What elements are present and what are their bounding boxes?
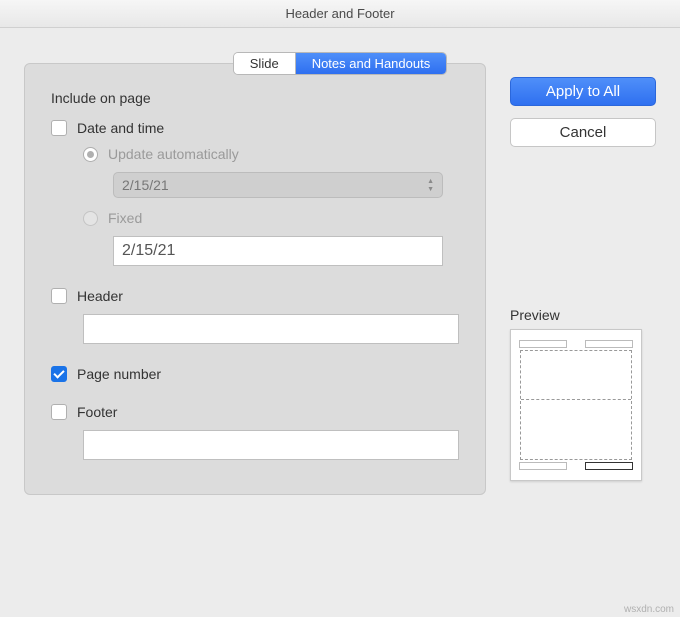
preview-body [520, 350, 632, 460]
page-number-row: Page number [51, 366, 465, 382]
date-format-row: 2/15/21 ▲▼ [113, 172, 465, 198]
preview-label: Preview [510, 307, 656, 323]
update-auto-label: Update automatically [108, 146, 239, 162]
header-label: Header [77, 288, 123, 304]
fixed-date-input[interactable] [113, 236, 443, 266]
footer-input[interactable] [83, 430, 459, 460]
footer-input-row [83, 430, 465, 460]
date-time-checkbox[interactable] [51, 120, 67, 136]
window-body: Slide Notes and Handouts Include on page… [0, 28, 680, 505]
tab-notes-handouts[interactable]: Notes and Handouts [296, 53, 447, 74]
tab-bar: Slide Notes and Handouts [24, 52, 656, 75]
date-time-label: Date and time [77, 120, 164, 136]
footer-label: Footer [77, 404, 117, 420]
update-auto-radio[interactable] [83, 147, 98, 162]
preview-page-number-slot [585, 462, 633, 470]
header-input[interactable] [83, 314, 459, 344]
footer-row: Footer [51, 404, 465, 420]
fixed-label: Fixed [108, 210, 142, 226]
tab-segmented-control: Slide Notes and Handouts [233, 52, 447, 75]
update-auto-row: Update automatically [83, 146, 465, 162]
date-format-select[interactable]: 2/15/21 ▲▼ [113, 172, 443, 198]
date-format-value: 2/15/21 [122, 177, 169, 193]
window-title: Header and Footer [0, 0, 680, 28]
apply-to-all-button[interactable]: Apply to All [510, 77, 656, 106]
header-row: Header [51, 288, 465, 304]
fixed-row: Fixed [83, 210, 465, 226]
preview-body-bottom [521, 400, 631, 459]
options-panel: Include on page Date and time Update aut… [24, 63, 486, 495]
page-number-checkbox[interactable] [51, 366, 67, 382]
fixed-radio[interactable] [83, 211, 98, 226]
preview-thumbnail [510, 329, 642, 481]
preview-header-right-slot [585, 340, 633, 348]
header-checkbox[interactable] [51, 288, 67, 304]
tab-slide[interactable]: Slide [234, 53, 296, 74]
date-time-row: Date and time [51, 120, 465, 136]
preview-footer-left-slot [519, 462, 567, 470]
preview-footer-row [519, 462, 633, 470]
preview-header-left-slot [519, 340, 567, 348]
sidebar: Apply to All Cancel Preview [510, 63, 656, 495]
watermark: wsxdn.com [624, 604, 674, 615]
preview-body-top [521, 351, 631, 400]
footer-checkbox[interactable] [51, 404, 67, 420]
stepper-icon: ▲▼ [427, 178, 434, 193]
preview-header-row [519, 340, 633, 348]
header-input-row [83, 314, 465, 344]
cancel-button[interactable]: Cancel [510, 118, 656, 147]
fixed-input-row [113, 236, 465, 266]
include-on-page-label: Include on page [51, 90, 465, 106]
content-row: Include on page Date and time Update aut… [24, 63, 656, 495]
page-number-label: Page number [77, 366, 161, 382]
